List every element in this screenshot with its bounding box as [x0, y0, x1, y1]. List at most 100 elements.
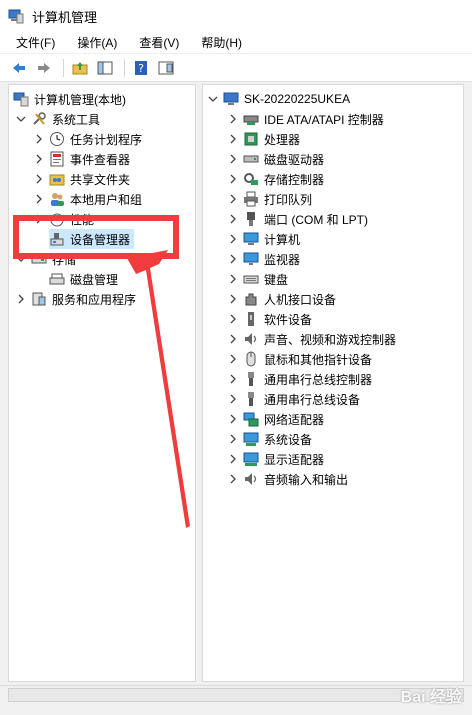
menu-action[interactable]: 操作(A)	[73, 32, 121, 53]
chevron-right-icon[interactable]	[227, 113, 239, 125]
monitor-icon	[243, 252, 259, 265]
chevron-down-icon[interactable]	[15, 113, 27, 125]
title-bar: 计算机管理	[0, 0, 472, 32]
chevron-right-icon[interactable]	[227, 273, 239, 285]
chevron-right-icon[interactable]	[15, 293, 27, 305]
chevron-right-icon[interactable]	[227, 393, 239, 405]
users-icon	[51, 193, 64, 206]
network-adapter-icon	[243, 412, 259, 427]
chevron-right-icon[interactable]	[33, 193, 45, 205]
device-category-software-devices[interactable]: 软件设备	[227, 309, 312, 329]
menu-file[interactable]: 文件(F)	[12, 32, 59, 53]
chevron-down-icon[interactable]	[207, 93, 219, 105]
menu-view[interactable]: 查看(V)	[135, 32, 183, 53]
mouse-icon	[246, 351, 256, 367]
device-category-network-adapters[interactable]: 网络适配器	[227, 409, 324, 429]
chevron-right-icon[interactable]	[227, 333, 239, 345]
device-category-audio-io[interactable]: 音频输入和输出	[227, 469, 348, 489]
device-category-usb-devices[interactable]: 通用串行总线设备	[227, 389, 360, 409]
tree-item-services-apps[interactable]: 服务和应用程序	[15, 289, 136, 309]
chevron-right-icon[interactable]	[33, 153, 45, 165]
tree-item-root[interactable]: 计算机管理(本地)	[13, 89, 126, 109]
hid-icon	[245, 293, 257, 306]
tree-label: 事件查看器	[70, 152, 131, 167]
properties-button[interactable]	[155, 57, 177, 79]
device-category-sound[interactable]: 声音、视频和游戏控制器	[227, 329, 396, 349]
chevron-right-icon[interactable]	[227, 253, 239, 265]
computer-management-icon	[13, 92, 29, 107]
tree-item-local-users[interactable]: 本地用户和组	[33, 189, 142, 209]
device-category-label: IDE ATA/ATAPI 控制器	[264, 112, 384, 127]
tree-item-event-viewer[interactable]: 事件查看器	[33, 149, 130, 169]
chevron-right-icon[interactable]	[33, 213, 45, 225]
chevron-right-icon[interactable]	[227, 293, 239, 305]
device-category-label: 声音、视频和游戏控制器	[264, 332, 397, 347]
help-button[interactable]: ?	[130, 57, 152, 79]
forward-arrow-icon	[38, 62, 50, 73]
chevron-right-icon[interactable]	[227, 313, 239, 325]
menu-help[interactable]: 帮助(H)	[197, 32, 246, 53]
tree-label: 性能	[70, 212, 95, 227]
display-adapter-icon	[243, 452, 259, 466]
device-category-ports[interactable]: 端口 (COM 和 LPT)	[227, 209, 368, 229]
chevron-right-icon[interactable]	[227, 473, 239, 485]
chevron-right-icon[interactable]	[33, 133, 45, 145]
chevron-right-icon[interactable]	[227, 453, 239, 465]
device-tree-root[interactable]: SK-20220225UKEA	[207, 89, 350, 109]
chevron-right-icon[interactable]	[227, 373, 239, 385]
chevron-down-icon[interactable]	[15, 253, 27, 265]
tree-item-disk-management[interactable]: 磁盘管理	[49, 269, 118, 289]
software-device-icon	[248, 312, 254, 326]
device-category-computer[interactable]: 计算机	[227, 229, 300, 249]
device-category-keyboards[interactable]: 键盘	[227, 269, 288, 289]
window-title: 计算机管理	[32, 9, 98, 25]
chevron-right-icon[interactable]	[227, 433, 239, 445]
tree-item-shared-folders[interactable]: 共享文件夹	[33, 169, 130, 189]
chevron-right-icon[interactable]	[33, 173, 45, 185]
usb-icon	[248, 392, 254, 406]
device-category-label: 计算机	[264, 232, 301, 247]
event-viewer-icon	[50, 151, 64, 167]
chevron-right-icon[interactable]	[227, 193, 239, 205]
help-icon: ?	[135, 60, 147, 75]
status-bar: Bai 经验	[0, 685, 472, 715]
device-category-print-queues[interactable]: 打印队列	[227, 189, 312, 209]
tree-item-device-manager[interactable]: 设备管理器	[49, 229, 135, 249]
chevron-right-icon[interactable]	[227, 173, 239, 185]
tree-item-system-tools[interactable]: 系统工具	[15, 109, 100, 129]
show-tree-button[interactable]	[94, 57, 116, 79]
toolbar: ?	[0, 54, 472, 82]
device-category-label: 显示适配器	[264, 452, 325, 467]
chevron-right-icon[interactable]	[227, 213, 239, 225]
tree-item-task-scheduler[interactable]: 任务计划程序	[33, 129, 142, 149]
device-category-system-devices[interactable]: 系统设备	[227, 429, 312, 449]
device-category-hid[interactable]: 人机接口设备	[227, 289, 336, 309]
navigation-tree[interactable]: 计算机管理(本地) 系统工具 任务计划程序 事件查看器 共享文件夹 本地用户和组	[8, 84, 196, 682]
chevron-right-icon[interactable]	[227, 353, 239, 365]
device-category-label: 存储控制器	[264, 172, 325, 187]
device-tree[interactable]: SK-20220225UKEA IDE ATA/ATAPI 控制器 处理器 磁盘…	[202, 84, 464, 682]
speaker-icon	[245, 333, 257, 345]
forward-button[interactable]	[33, 57, 55, 79]
chevron-right-icon[interactable]	[227, 153, 239, 165]
chevron-right-icon[interactable]	[227, 413, 239, 425]
tree-item-performance[interactable]: 性能	[33, 209, 94, 229]
device-category-mice[interactable]: 鼠标和其他指针设备	[227, 349, 372, 369]
performance-icon	[50, 213, 64, 227]
device-category-display-adapters[interactable]: 显示适配器	[227, 449, 324, 469]
up-level-button[interactable]	[69, 57, 91, 79]
computer-name: SK-20220225UKEA	[244, 92, 351, 106]
device-category-ide[interactable]: IDE ATA/ATAPI 控制器	[227, 109, 384, 129]
device-category-processor[interactable]: 处理器	[227, 129, 300, 149]
device-category-disk-drives[interactable]: 磁盘驱动器	[227, 149, 324, 169]
back-button[interactable]	[8, 57, 30, 79]
device-category-label: 鼠标和其他指针设备	[264, 352, 373, 367]
device-category-storage-controllers[interactable]: 存储控制器	[227, 169, 324, 189]
device-category-monitors[interactable]: 监视器	[227, 249, 300, 269]
device-category-usb-controllers[interactable]: 通用串行总线控制器	[227, 369, 372, 389]
computer-icon	[243, 232, 259, 245]
tree-item-storage[interactable]: 存储	[15, 249, 76, 269]
chevron-right-icon[interactable]	[227, 233, 239, 245]
device-category-label: 端口 (COM 和 LPT)	[264, 212, 368, 227]
chevron-right-icon[interactable]	[227, 133, 239, 145]
